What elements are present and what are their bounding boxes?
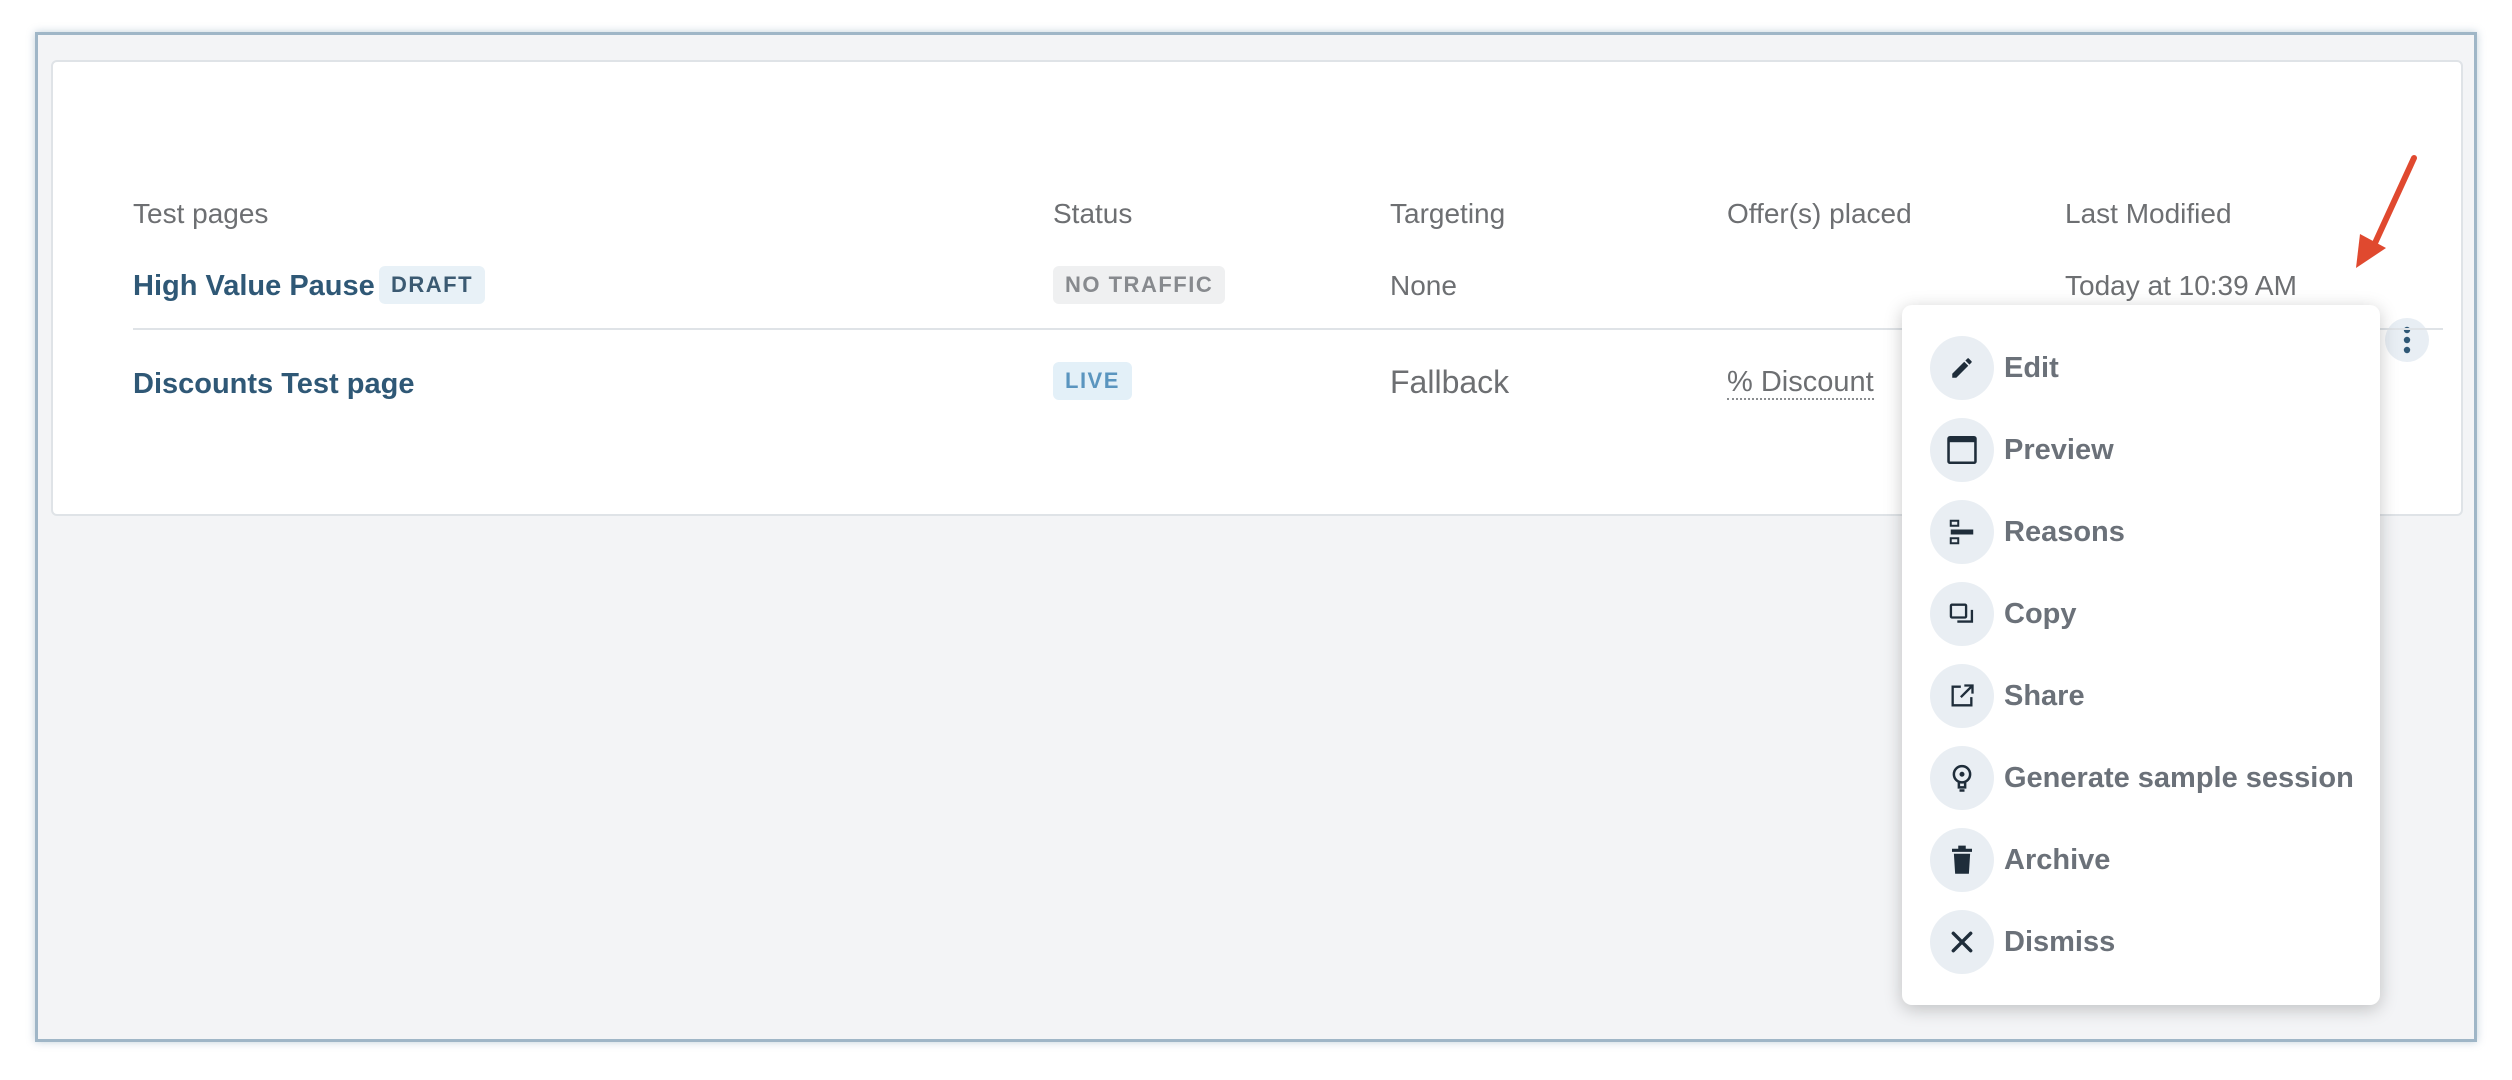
menu-item-label: Reasons	[2004, 515, 2125, 548]
last-modified-value: Today at 10:39 AM	[2065, 270, 2297, 301]
menu-item-label: Share	[2004, 679, 2085, 712]
header-last-modified: Last Modified	[2065, 198, 2232, 229]
row-actions-button[interactable]	[2385, 318, 2429, 362]
menu-item-archive[interactable]: Archive	[1930, 827, 2370, 893]
status-badge: LIVE	[1053, 362, 1132, 400]
menu-item-label: Copy	[2004, 597, 2077, 630]
lightbulb-icon	[1930, 746, 1994, 810]
trash-icon	[1930, 828, 1994, 892]
close-icon	[1930, 910, 1994, 974]
targeting-value: None	[1390, 270, 1457, 301]
menu-item-edit[interactable]: Edit	[1930, 335, 2370, 401]
test-page-link[interactable]: Discounts Test page	[133, 367, 414, 401]
reasons-icon	[1930, 500, 1994, 564]
share-icon	[1930, 664, 1994, 728]
menu-item-copy[interactable]: Copy	[1930, 581, 2370, 647]
menu-item-preview[interactable]: Preview	[1930, 417, 2370, 483]
menu-item-label: Dismiss	[2004, 925, 2116, 958]
menu-item-generate-sample-session[interactable]: Generate sample session	[1930, 745, 2370, 811]
menu-item-dismiss[interactable]: Dismiss	[1930, 909, 2370, 975]
kebab-vertical-icon	[2403, 326, 2411, 354]
offer-link[interactable]: % Discount	[1727, 366, 1874, 400]
header-offers: Offer(s) placed	[1727, 198, 1912, 229]
row-actions-menu: Edit Preview Reasons Copy Share Generate…	[1902, 305, 2380, 1005]
menu-item-label: Edit	[2004, 351, 2059, 384]
header-targeting: Targeting	[1390, 198, 1506, 229]
test-page-link[interactable]: High Value Pause	[133, 269, 375, 303]
annotation-arrow-icon	[2356, 155, 2417, 268]
menu-item-share[interactable]: Share	[1930, 663, 2370, 729]
pencil-icon	[1930, 336, 1994, 400]
menu-item-label: Preview	[2004, 433, 2114, 466]
menu-item-reasons[interactable]: Reasons	[1930, 499, 2370, 565]
draft-badge: DRAFT	[379, 266, 486, 304]
header-test-pages: Test pages	[133, 198, 269, 229]
menu-item-label: Generate sample session	[2004, 761, 2354, 794]
header-status: Status	[1053, 198, 1133, 229]
status-badge: NO TRAFFIC	[1053, 266, 1226, 304]
copy-icon	[1930, 582, 1994, 646]
targeting-value: Fallback	[1390, 364, 1510, 400]
window-icon	[1930, 418, 1994, 482]
menu-item-label: Archive	[2004, 843, 2111, 876]
